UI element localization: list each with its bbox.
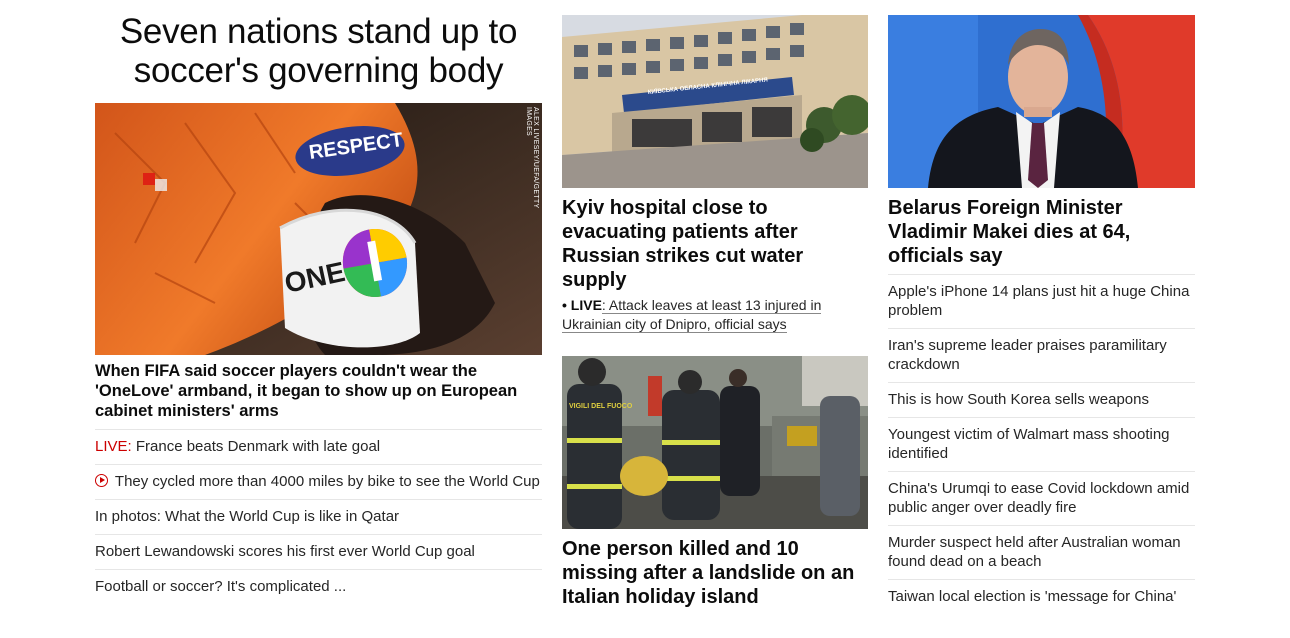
lead-caption[interactable]: When FIFA said soccer players couldn't w… — [95, 361, 542, 421]
hospital-photo: КИЇВСЬКА ОБЛАСНА КЛІНІЧНА ЛІКАРНЯ — [562, 15, 868, 188]
list-item[interactable]: In photos: What the World Cup is like in… — [95, 499, 542, 534]
portrait-photo — [888, 15, 1195, 188]
list-item[interactable]: LIVE: France beats Denmark with late goa… — [95, 429, 542, 464]
landslide-image[interactable]: VIGILI DEL FUOCO — [562, 356, 868, 529]
lead-related-list: LIVE: France beats Denmark with late goa… — [95, 429, 542, 604]
play-icon — [95, 474, 108, 487]
makei-headline[interactable]: Belarus Foreign Minister Vladimir Makei … — [888, 196, 1188, 268]
list-item[interactable]: They cycled more than 4000 miles by bike… — [95, 464, 542, 499]
list-item[interactable]: Taiwan local election is 'message for Ch… — [888, 579, 1195, 614]
list-item[interactable]: Iran's supreme leader praises paramilita… — [888, 328, 1195, 382]
list-item[interactable]: Robert Lewandowski scores his first ever… — [95, 534, 542, 569]
list-item[interactable]: Football or soccer? It's complicated ... — [95, 569, 542, 604]
list-item[interactable]: China's Urumqi to ease Covid lockdown am… — [888, 471, 1195, 525]
kyiv-hospital-image[interactable]: КИЇВСЬКА ОБЛАСНА КЛІНІЧНА ЛІКАРНЯ — [562, 15, 868, 188]
list-item-text: Robert Lewandowski scores his first ever… — [95, 543, 475, 560]
image-credit: ALEX LIVESEY/UEFA/GETTY IMAGES — [525, 107, 539, 209]
right-headline-list: Apple's iPhone 14 plans just hit a huge … — [888, 274, 1195, 614]
lead-image-armband[interactable]: ONE RESPECT ALEX LIVESEY/UEFA/GETTY IMAG… — [95, 103, 542, 355]
landslide-headline[interactable]: One person killed and 10 missing after a… — [562, 537, 868, 609]
list-item-text: They cycled more than 4000 miles by bike… — [114, 473, 540, 490]
makei-image[interactable] — [888, 15, 1195, 188]
armband-photo: ONE RESPECT — [95, 103, 542, 355]
live-label: LIVE: — [95, 438, 132, 455]
list-item[interactable]: Youngest victim of Walmart mass shooting… — [888, 417, 1195, 471]
list-item-text: France beats Denmark with late goal — [131, 438, 381, 455]
live-label: • LIVE — [562, 297, 602, 313]
list-item[interactable]: This is how South Korea sells weapons — [888, 382, 1195, 417]
lead-headline[interactable]: Seven nations stand up to soccer's gover… — [95, 12, 542, 90]
lead-story: Seven nations stand up to soccer's gover… — [95, 12, 542, 90]
kyiv-live-link[interactable]: • LIVE: Attack leaves at least 13 injure… — [562, 296, 832, 334]
list-item-text: In photos: What the World Cup is like in… — [95, 508, 400, 525]
list-item[interactable]: Apple's iPhone 14 plans just hit a huge … — [888, 274, 1195, 328]
rescuers-photo: VIGILI DEL FUOCO — [562, 356, 868, 529]
list-item[interactable]: Murder suspect held after Australian wom… — [888, 525, 1195, 579]
svg-text:VIGILI DEL FUOCO: VIGILI DEL FUOCO — [569, 403, 633, 410]
kyiv-hospital-headline[interactable]: Kyiv hospital close to evacuating patien… — [562, 196, 868, 292]
list-item-text: Football or soccer? It's complicated ... — [95, 578, 347, 595]
